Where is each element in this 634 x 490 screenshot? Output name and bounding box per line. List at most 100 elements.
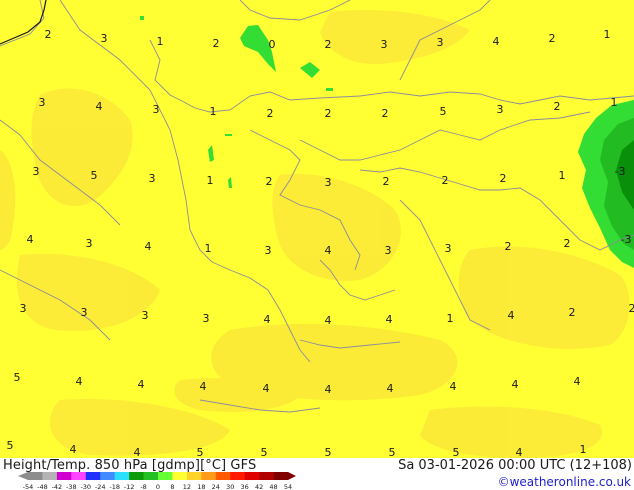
value-label: 5 bbox=[325, 446, 332, 458]
legend-arrow-right bbox=[288, 472, 296, 480]
value-label: 3 bbox=[325, 176, 332, 189]
value-label: 2 bbox=[564, 237, 571, 250]
credit-link[interactable]: ©weatheronline.co.uk bbox=[498, 475, 631, 489]
legend-tick-label: 24 bbox=[212, 483, 220, 490]
value-label: 3 bbox=[265, 244, 272, 257]
value-label: 4 bbox=[263, 382, 270, 395]
value-label: 3 bbox=[497, 103, 504, 116]
value-label: 2 bbox=[629, 302, 634, 315]
value-label: 2 bbox=[213, 37, 220, 50]
legend-tick-label: 48 bbox=[269, 483, 277, 490]
value-label: 2 bbox=[500, 172, 507, 185]
legend-swatch bbox=[172, 472, 188, 480]
legend-tick-label: -18 bbox=[109, 483, 120, 490]
value-label: 1 bbox=[447, 312, 454, 325]
value-label: -3 bbox=[621, 233, 632, 246]
legend-swatch bbox=[158, 472, 173, 480]
value-label: 2 bbox=[267, 107, 274, 120]
legend-swatch bbox=[100, 472, 115, 480]
legend-swatch bbox=[201, 472, 217, 480]
footer-bar: Height/Temp. 850 hPa [gdmp][°C] GFS Sa 0… bbox=[0, 458, 634, 490]
value-label: 4 bbox=[325, 314, 332, 327]
legend-tick-label: -24 bbox=[95, 483, 106, 490]
value-label: 5 bbox=[453, 446, 460, 458]
value-label: 4 bbox=[96, 100, 103, 113]
legend-ticks: -54 -48 -42 -38 -30 -24 -18 -12 -8 0 8 12 18 24 30 36 42… bbox=[23, 483, 292, 490]
legend-tick-label: -54 bbox=[23, 483, 34, 490]
value-label: 3 bbox=[33, 165, 40, 178]
value-label: 1 bbox=[611, 96, 618, 109]
value-label: 2 bbox=[383, 175, 390, 188]
value-label: 0 bbox=[269, 38, 276, 51]
value-label: 1 bbox=[157, 35, 164, 48]
value-label: 4 bbox=[134, 446, 141, 458]
value-label: 3 bbox=[153, 103, 160, 116]
value-label: 2 bbox=[325, 38, 332, 51]
value-label: 3 bbox=[101, 32, 108, 45]
value-label: 4 bbox=[145, 240, 152, 253]
value-label: 3 bbox=[81, 306, 88, 319]
value-label: 5 bbox=[389, 446, 396, 458]
value-label: 2 bbox=[549, 32, 556, 45]
value-label: 3 bbox=[39, 96, 46, 109]
value-label: 1 bbox=[210, 105, 217, 118]
legend-tick-label: -42 bbox=[52, 483, 63, 490]
legend-swatch bbox=[244, 472, 260, 480]
legend-tick-label: 30 bbox=[226, 483, 234, 490]
legend-tick-label: 0 bbox=[156, 483, 160, 490]
value-label: 2 bbox=[442, 174, 449, 187]
value-label: 3 bbox=[437, 36, 444, 49]
weather-map: 2 3 1 2 0 2 3 3 4 2 1 3 4 3 1 2 2 2 5 3 2 1 3 5 3 1 2 3 2 2 2 1 -3 4 3 4 1 3 4… bbox=[0, 0, 634, 458]
value-label: 4 bbox=[493, 35, 500, 48]
value-label: 1 bbox=[559, 169, 566, 182]
legend-swatch bbox=[56, 472, 72, 480]
value-label: 4 bbox=[325, 244, 332, 257]
value-label: 4 bbox=[508, 309, 515, 322]
value-label: 3 bbox=[142, 309, 149, 322]
legend-tick-label: 36 bbox=[241, 483, 249, 490]
legend-swatch bbox=[215, 472, 231, 480]
value-label: 3 bbox=[20, 302, 27, 315]
value-label: 4 bbox=[70, 443, 77, 456]
legend-tick-label: -38 bbox=[66, 483, 77, 490]
value-label: 4 bbox=[138, 378, 145, 391]
value-label: 2 bbox=[45, 28, 52, 41]
value-label: -3 bbox=[615, 165, 626, 178]
legend-arrow-left bbox=[18, 472, 28, 480]
legend-swatch bbox=[230, 472, 245, 480]
value-label: 5 bbox=[7, 439, 14, 452]
value-label: 2 bbox=[554, 100, 561, 113]
legend-tick-label: -48 bbox=[37, 483, 48, 490]
value-label: 4 bbox=[516, 446, 523, 458]
value-label: 3 bbox=[203, 312, 210, 325]
value-label: 4 bbox=[264, 313, 271, 326]
value-label: 4 bbox=[325, 383, 332, 396]
value-label: 2 bbox=[266, 175, 273, 188]
value-label: 4 bbox=[512, 378, 519, 391]
value-label: 2 bbox=[325, 107, 332, 120]
value-label: 2 bbox=[382, 107, 389, 120]
legend-tick-label: 42 bbox=[255, 483, 263, 490]
legend-swatch bbox=[273, 472, 289, 480]
legend-swatch bbox=[28, 472, 43, 480]
value-label: 4 bbox=[200, 380, 207, 393]
value-label: 2 bbox=[505, 240, 512, 253]
value-label: 5 bbox=[197, 446, 204, 458]
legend-swatch bbox=[71, 472, 87, 480]
legend-tick-label: -8 bbox=[140, 483, 146, 490]
value-label: 1 bbox=[604, 28, 611, 41]
value-label: 4 bbox=[387, 382, 394, 395]
map-canvas: 2 3 1 2 0 2 3 3 4 2 1 3 4 3 1 2 2 2 5 3 2 1 3 5 3 1 2 3 2 2 2 1 -3 4 3 4 1 3 4… bbox=[0, 0, 634, 458]
legend-bar bbox=[18, 472, 296, 480]
legend-swatch bbox=[259, 472, 274, 480]
legend-tick-label: 12 bbox=[183, 483, 191, 490]
value-label: 3 bbox=[149, 172, 156, 185]
value-label: 3 bbox=[381, 38, 388, 51]
color-legend: -54 -48 -42 -38 -30 -24 -18 -12 -8 0 8 12 18 24 30 36 42… bbox=[18, 472, 296, 490]
value-label: 4 bbox=[450, 380, 457, 393]
legend-tick-label: 18 bbox=[197, 483, 205, 490]
value-label: 1 bbox=[580, 443, 587, 456]
value-label: 2 bbox=[569, 306, 576, 319]
value-label: 4 bbox=[27, 233, 34, 246]
value-label: 3 bbox=[445, 242, 452, 255]
